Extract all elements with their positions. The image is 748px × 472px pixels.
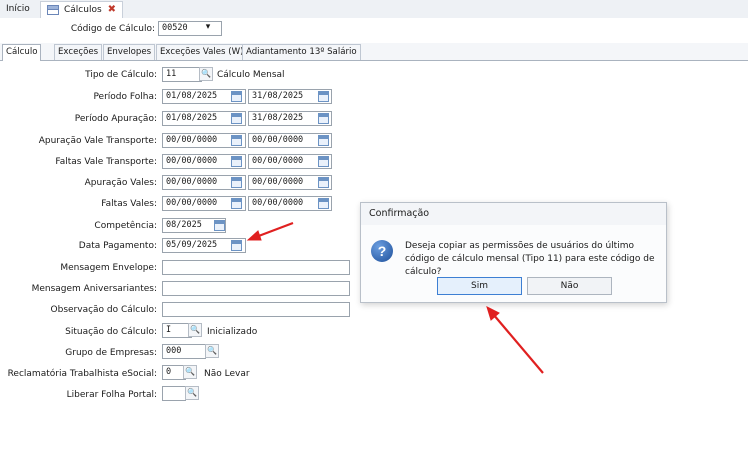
annotation-arrow-payment <box>255 221 294 239</box>
annotation-arrows <box>246 221 544 374</box>
annotation-arrow-dialog <box>492 313 544 374</box>
annotation-arrowhead-payment <box>246 230 262 241</box>
